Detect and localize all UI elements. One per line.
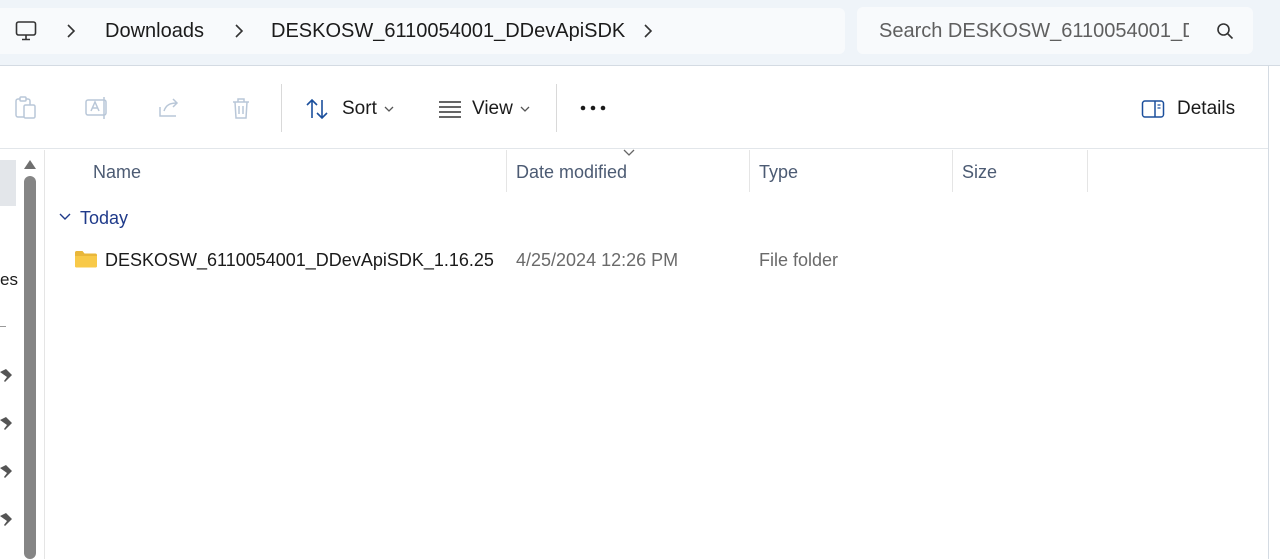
- file-row[interactable]: DESKOSW_6110054001_DDevApiSDK_1.16.25 4/…: [64, 240, 1204, 280]
- details-button[interactable]: Details: [1138, 89, 1238, 127]
- view-icon: [439, 101, 461, 118]
- group-label: Today: [80, 208, 129, 228]
- sort-button[interactable]: Sort: [302, 89, 402, 127]
- column-divider[interactable]: [1087, 150, 1088, 192]
- command-bar: Sort View Details: [0, 67, 1268, 149]
- window-edge: [1268, 66, 1280, 559]
- sort-descending-icon: [623, 149, 635, 156]
- column-header-name[interactable]: Name: [46, 150, 506, 192]
- chevron-right-icon[interactable]: [61, 21, 81, 41]
- details-pane-icon: [1141, 100, 1165, 118]
- nav-scrollbar-thumb[interactable]: [24, 176, 36, 559]
- toolbar-separator: [281, 84, 282, 132]
- scroll-up-arrow-icon[interactable]: [23, 158, 37, 170]
- delete-icon[interactable]: [228, 95, 254, 121]
- rename-icon[interactable]: [84, 95, 110, 121]
- nav-divider: [0, 326, 6, 327]
- file-type: File folder: [759, 250, 839, 270]
- chevron-down-icon: [384, 106, 394, 112]
- column-header-label: Type: [759, 162, 799, 182]
- more-icon: [580, 105, 606, 111]
- column-header-type[interactable]: Type: [750, 150, 952, 192]
- search-box[interactable]: Search DESKOSW_6110054001_D: [857, 7, 1253, 54]
- folder-icon: [75, 251, 97, 268]
- chevron-down-icon: [520, 106, 530, 112]
- sort-label: Sort: [342, 98, 377, 119]
- more-options-button[interactable]: [574, 89, 614, 127]
- details-label: Details: [1177, 98, 1236, 119]
- chevron-down-icon[interactable]: [58, 212, 72, 222]
- pin-icon: [0, 513, 12, 526]
- search-input[interactable]: Search DESKOSW_6110054001_D: [879, 20, 1189, 43]
- pin-icon: [0, 465, 12, 478]
- paste-icon[interactable]: [12, 95, 38, 121]
- toolbar-separator: [556, 84, 557, 132]
- address-bar[interactable]: Downloads DESKOSW_6110054001_DDevApiSDK: [0, 8, 845, 54]
- view-button[interactable]: View: [435, 89, 535, 127]
- view-label: View: [472, 98, 513, 119]
- pin-icon: [0, 369, 12, 382]
- search-icon[interactable]: [1215, 21, 1235, 41]
- chevron-right-icon[interactable]: [229, 21, 249, 41]
- column-header-size[interactable]: Size: [953, 150, 1087, 192]
- this-pc-icon[interactable]: [14, 19, 38, 43]
- breadcrumb-downloads[interactable]: Downloads: [105, 20, 204, 43]
- column-header-label: Date modified: [516, 162, 628, 182]
- pin-icon: [0, 417, 12, 430]
- column-header-label: Name: [93, 162, 142, 182]
- address-bar-region: Downloads DESKOSW_6110054001_DDevApiSDK …: [0, 0, 1280, 66]
- navigation-pane: es: [0, 150, 45, 559]
- sort-icon: [306, 98, 328, 120]
- file-date-modified: 4/25/2024 12:26 PM: [516, 250, 679, 270]
- column-header-label: Size: [962, 162, 998, 182]
- chevron-right-icon[interactable]: [638, 21, 658, 41]
- nav-selected-item[interactable]: [0, 160, 16, 206]
- share-icon[interactable]: [156, 95, 182, 121]
- nav-item-label[interactable]: es: [0, 270, 18, 290]
- breadcrumb-current-folder[interactable]: DESKOSW_6110054001_DDevApiSDK: [271, 20, 625, 43]
- file-name[interactable]: DESKOSW_6110054001_DDevApiSDK_1.16.25: [105, 250, 494, 271]
